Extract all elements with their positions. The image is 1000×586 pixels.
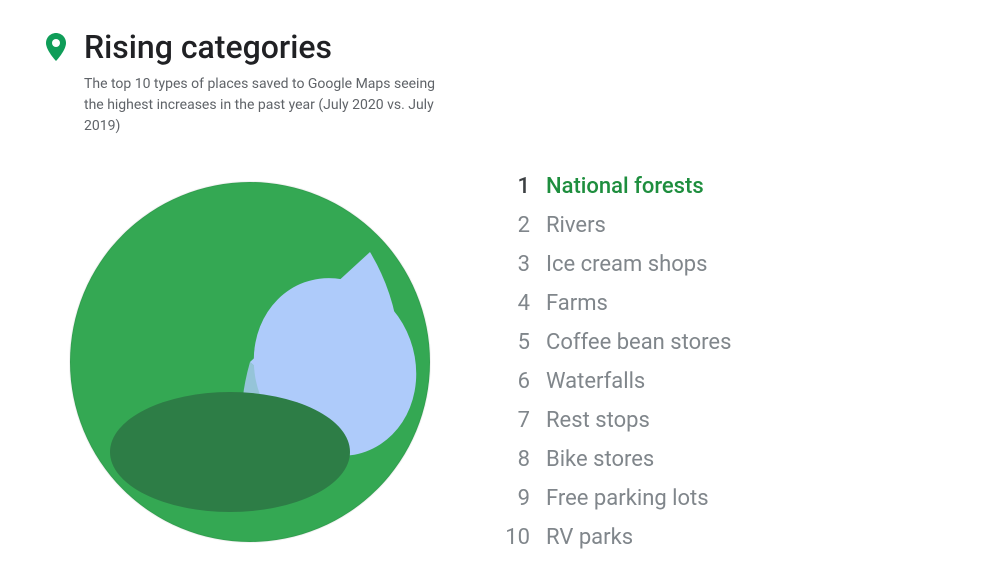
list-label: Rest stops (546, 408, 650, 433)
ranked-list: 1 National forests 2 Rivers 3 Ice cream shops… (480, 170, 980, 554)
list-item: 7 Rest stops (500, 404, 980, 437)
list-label: RV parks (546, 525, 633, 550)
list-label: Waterfalls (546, 369, 645, 394)
list-rank: 2 (500, 213, 530, 238)
list-rank: 6 (500, 369, 530, 394)
chart-area (40, 172, 460, 552)
list-rank: 3 (500, 252, 530, 277)
list-rank: 5 (500, 330, 530, 355)
list-rank: 9 (500, 486, 530, 511)
list-label: National forests (546, 174, 704, 199)
list-item: 9 Free parking lots (500, 482, 980, 515)
page-title: Rising categories (84, 28, 332, 66)
list-item: 8 Bike stores (500, 443, 980, 476)
main-content: 1 National forests 2 Rivers 3 Ice cream shops… (0, 157, 1000, 586)
location-pin-icon (40, 31, 72, 63)
list-label: Free parking lots (546, 486, 709, 511)
list-rank: 7 (500, 408, 530, 433)
list-rank: 8 (500, 447, 530, 472)
page-header: Rising categories (0, 0, 1000, 74)
subtitle-text: The top 10 types of places saved to Goog… (0, 74, 480, 157)
list-item: 10 RV parks (500, 521, 980, 554)
list-item: 4 Farms (500, 287, 980, 320)
pie-chart (60, 172, 440, 552)
list-rank: 10 (500, 525, 530, 550)
list-item: 1 National forests (500, 170, 980, 203)
list-label: Bike stores (546, 447, 654, 472)
list-label: Rivers (546, 213, 606, 238)
list-item: 6 Waterfalls (500, 365, 980, 398)
list-label: Coffee bean stores (546, 330, 731, 355)
list-label: Ice cream shops (546, 252, 708, 277)
list-item: 3 Ice cream shops (500, 248, 980, 281)
list-label: Farms (546, 291, 608, 316)
list-rank: 1 (500, 174, 530, 199)
list-item: 2 Rivers (500, 209, 980, 242)
list-rank: 4 (500, 291, 530, 316)
list-item: 5 Coffee bean stores (500, 326, 980, 359)
